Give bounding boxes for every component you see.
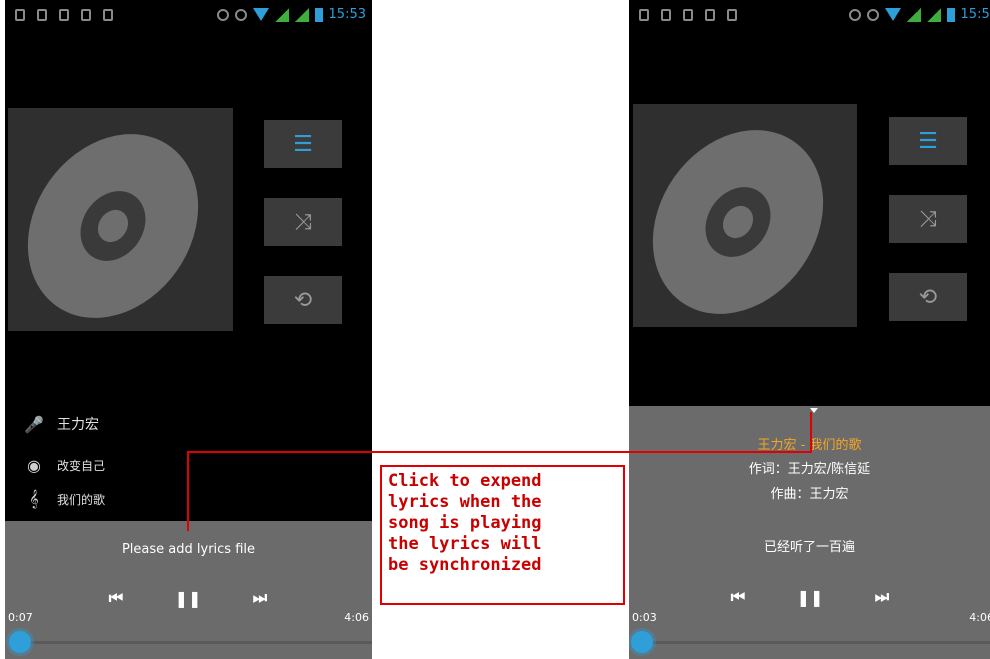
list-icon: ☰ <box>293 131 313 157</box>
annotation-box: Click to expend lyrics when the song is … <box>380 465 625 605</box>
signal-icon <box>294 7 309 22</box>
seek-thumb[interactable] <box>9 631 31 653</box>
status-time: 15:53 <box>328 7 366 22</box>
previous-icon: ⏮ <box>730 587 746 606</box>
usb-icon <box>683 9 693 21</box>
seek-track <box>15 641 372 644</box>
sync-icon <box>866 8 879 21</box>
alarm-icon <box>848 8 861 21</box>
song-row: 𝄞 我们的歌 <box>23 488 105 510</box>
lyrics-current-line: 已经听了一百遍 <box>763 540 855 555</box>
previous-button[interactable]: ⏮ <box>105 587 127 609</box>
notification-icons <box>639 9 737 21</box>
artist-row: 🎤 王力宏 <box>23 413 99 435</box>
artist-name: 王力宏 <box>57 417 99 433</box>
shuffle-button[interactable]: ⤨ <box>889 195 967 243</box>
microphone-icon: 🎤 <box>24 414 44 434</box>
usb-icon <box>59 9 69 21</box>
disc-icon <box>27 134 199 318</box>
phone-screen-right: 15:53 ☰ ⤨ ⟲ 王力宏 - 我们的歌 作词：王力宏/陈信延 作曲：王力宏… <box>629 0 990 659</box>
pause-button[interactable]: ❚❚ <box>174 587 202 609</box>
total-time: 4:06 <box>969 611 990 624</box>
wifi-icon <box>884 8 901 21</box>
seek-track <box>639 641 990 644</box>
usb-icon <box>639 9 649 21</box>
battery-icon <box>946 7 955 22</box>
album-name: 改变自己 <box>57 458 106 473</box>
annotation-connector <box>810 412 812 453</box>
elapsed-time: 0:07 <box>8 611 33 624</box>
list-icon: ☰ <box>918 128 938 154</box>
system-icons: 15:53 <box>216 7 366 22</box>
repeat-button[interactable]: ⟲ <box>889 273 967 321</box>
notification-icon <box>727 9 737 21</box>
usb-icon <box>15 9 25 21</box>
notification-icon <box>81 9 91 21</box>
repeat-icon: ⟲ <box>918 284 938 310</box>
notification-icon <box>37 9 47 21</box>
elapsed-time: 0:03 <box>632 611 657 624</box>
repeat-button[interactable]: ⟲ <box>264 276 342 324</box>
disc-icon <box>652 130 824 314</box>
notification-icons <box>15 9 113 21</box>
music-note-icon: 𝄞 <box>29 489 39 508</box>
song-name: 我们的歌 <box>57 492 106 507</box>
pause-icon: ❚❚ <box>174 588 202 608</box>
wifi-icon <box>252 8 269 21</box>
signal-icon <box>906 7 921 22</box>
lyrics-composer: 作曲：王力宏 <box>770 487 849 502</box>
notification-icon <box>103 9 113 21</box>
pause-icon: ❚❚ <box>796 587 824 607</box>
annotation-connector <box>187 451 189 531</box>
battery-icon <box>314 7 323 22</box>
annotation-text: Click to expend lyrics when the song is … <box>388 471 542 575</box>
shuffle-icon: ⤨ <box>294 209 312 235</box>
previous-button[interactable]: ⏮ <box>727 586 749 608</box>
status-bar: 15:53 <box>629 0 990 34</box>
phone-screen-left: 15:53 ☰ ⤨ ⟲ 🎤 王力宏 ◉ 改变自己 𝄞 我们的歌 Please a… <box>5 0 372 659</box>
playlist-button[interactable]: ☰ <box>889 117 967 165</box>
alarm-icon <box>216 8 229 21</box>
album-art <box>8 108 233 331</box>
status-time: 15:53 <box>960 7 990 22</box>
sync-icon <box>234 8 247 21</box>
notification-icon <box>705 9 715 21</box>
transport-controls: ⏮ ❚❚ ⏭ <box>105 587 271 609</box>
album-row: ◉ 改变自己 <box>23 454 105 476</box>
next-icon: ⏭ <box>874 587 890 606</box>
pause-button[interactable]: ❚❚ <box>796 586 824 608</box>
next-icon: ⏭ <box>252 588 268 607</box>
next-button[interactable]: ⏭ <box>871 586 893 608</box>
notification-icon <box>661 9 671 21</box>
album-disc-icon: ◉ <box>27 455 41 475</box>
lyrics-message: Please add lyrics file <box>121 542 256 557</box>
signal-icon <box>274 7 289 22</box>
lyrics-lyricist: 作词：王力宏/陈信延 <box>748 462 871 477</box>
next-button[interactable]: ⏭ <box>249 587 271 609</box>
total-time: 4:06 <box>344 611 369 624</box>
system-icons: 15:53 <box>848 7 990 22</box>
signal-icon <box>926 7 941 22</box>
shuffle-button[interactable]: ⤨ <box>264 198 342 246</box>
status-bar: 15:53 <box>5 0 372 34</box>
annotation-connector <box>187 451 812 453</box>
album-art <box>633 104 857 327</box>
transport-controls: ⏮ ❚❚ ⏭ <box>727 586 893 608</box>
shuffle-icon: ⤨ <box>919 206 937 232</box>
repeat-icon: ⟲ <box>293 287 313 313</box>
previous-icon: ⏮ <box>108 588 124 607</box>
lyrics-panel[interactable]: Please add lyrics file ⏮ ❚❚ ⏭ 0:07 4:06 <box>5 521 372 659</box>
seek-thumb[interactable] <box>631 631 653 653</box>
playlist-button[interactable]: ☰ <box>264 120 342 168</box>
